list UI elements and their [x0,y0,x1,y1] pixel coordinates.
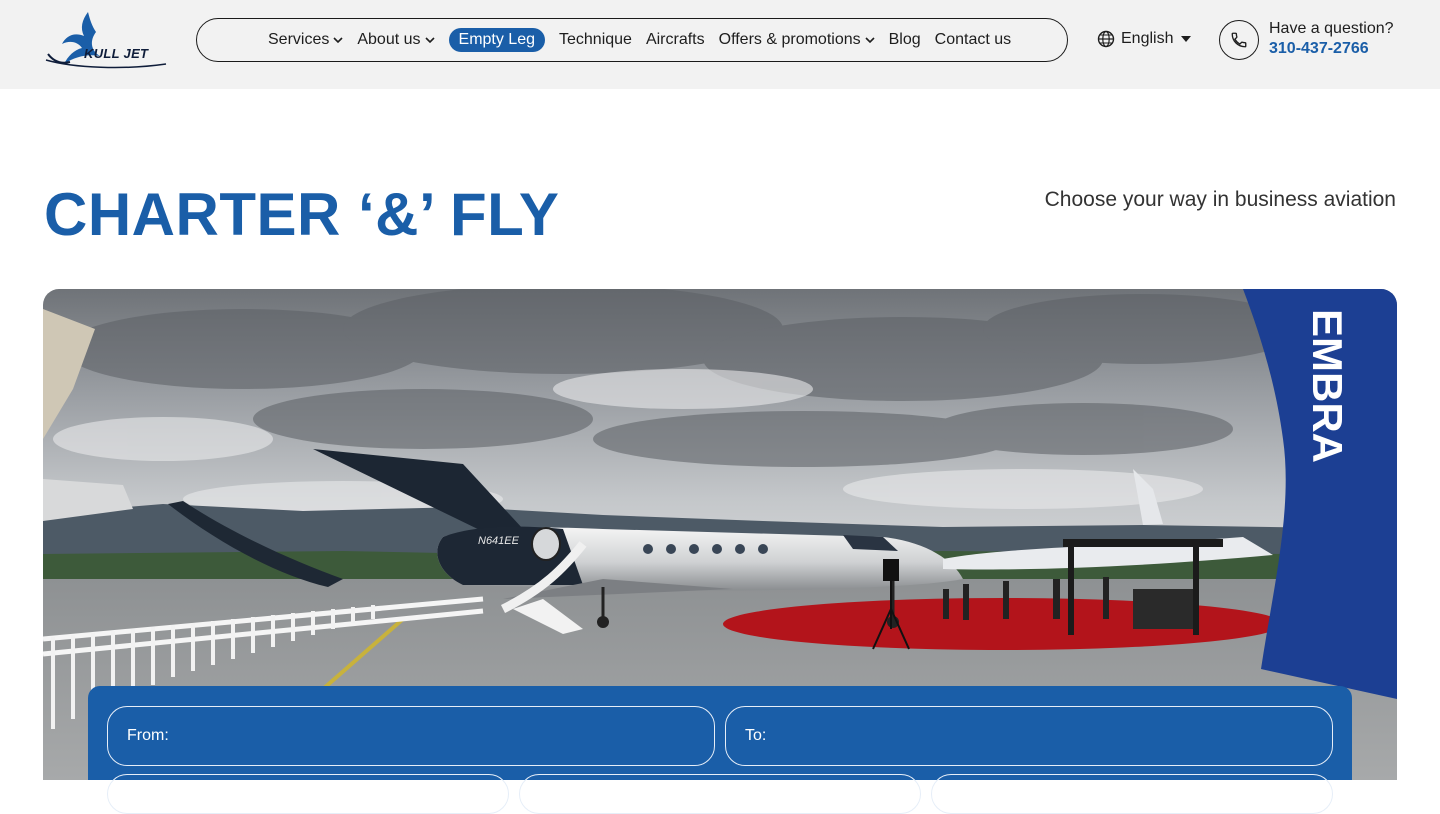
aircraft-registration: N641EE [478,535,520,547]
svg-text:EMBRA: EMBRA [1304,309,1351,463]
to-placeholder: To: [745,727,767,744]
booking-field-passengers[interactable] [931,774,1333,814]
nav-label: Services [268,31,330,48]
page-title: CHARTER ‘&’ FLY [44,181,560,248]
chevron-down-icon [865,37,875,44]
language-label: English [1121,30,1174,47]
kull-jet-logo[interactable]: KULL JET [44,10,168,72]
language-selector[interactable]: English [1097,30,1192,48]
nav-label: About us [357,31,421,48]
booking-form: From: To: [88,686,1352,814]
main-nav: Services About us Empty Leg Technique Ai… [196,18,1068,62]
nav-label: Empty Leg [458,31,535,48]
phone-button[interactable] [1219,20,1259,60]
eagle-logo-icon [45,12,167,69]
nav-label: Offers & promotions [718,31,861,48]
nav-label: Contact us [934,31,1012,48]
nav-offers-promotions[interactable]: Offers & promotions [719,31,875,49]
to-field[interactable]: To: [725,706,1333,766]
question-label: Have a question? [1269,20,1394,37]
chevron-down-icon [424,37,435,44]
hero-tagline: Choose your way in business aviation [1044,188,1396,211]
phone-number-link[interactable]: 310-437-2766 [1269,40,1369,58]
nav-label: Technique [559,31,632,48]
nav-label: Blog [888,31,921,48]
nav-aircrafts[interactable]: Aircrafts [646,31,705,49]
embraer-banner-text: EMBRA [1304,309,1351,463]
caret-down-icon [1181,36,1192,42]
chevron-down-icon [333,37,343,44]
globe-icon [1097,30,1115,48]
nav-empty-leg[interactable]: Empty Leg [448,28,545,52]
nav-services[interactable]: Services [268,31,343,49]
phone-icon [1231,32,1247,48]
booking-field-date[interactable] [107,774,509,814]
logo-text: KULL JET [84,46,149,61]
nav-blog[interactable]: Blog [889,31,921,49]
nav-technique[interactable]: Technique [559,31,632,49]
booking-field-time[interactable] [519,774,921,814]
from-field[interactable]: From: [107,706,715,766]
nav-label: Aircrafts [645,31,705,48]
nav-contact-us[interactable]: Contact us [935,31,1011,49]
nav-about-us[interactable]: About us [357,31,435,49]
from-placeholder: From: [127,727,169,744]
site-header: KULL JET Services About us Empty Leg Tec… [0,0,1440,89]
